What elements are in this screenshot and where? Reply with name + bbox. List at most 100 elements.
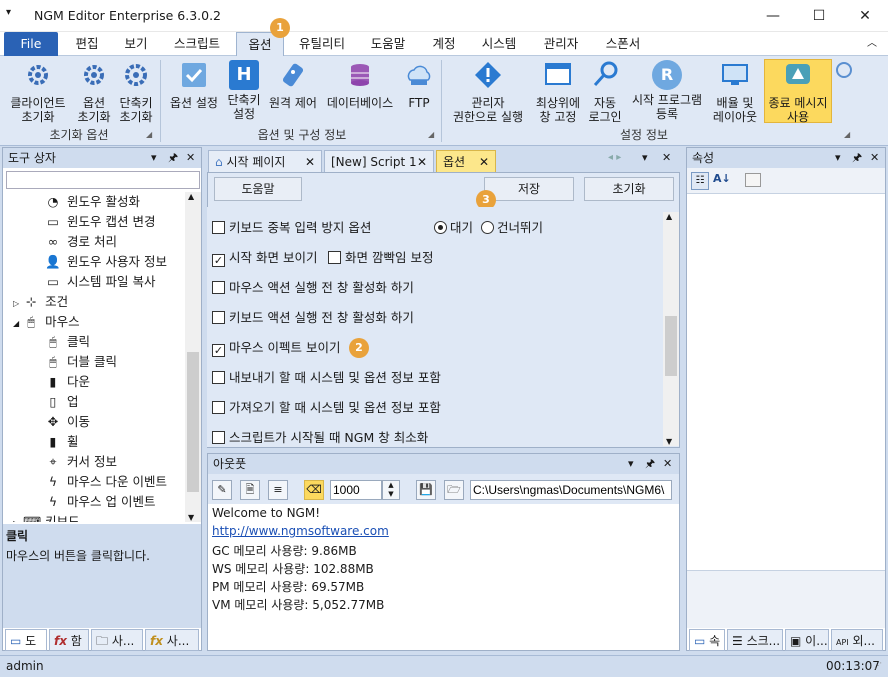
flicker-checkbox[interactable] [328, 251, 341, 264]
toolbox-search-input[interactable] [6, 171, 200, 189]
option-row[interactable]: 내보내기 할 때 시스템 및 옵션 정보 포함 [212, 368, 441, 388]
close-icon[interactable]: ✕ [305, 151, 315, 173]
save-icon[interactable]: 💾 [416, 480, 436, 500]
option-row[interactable]: ✓ 시작 화면 보이기 [212, 248, 317, 268]
radio-skip[interactable]: 건너뛰기 [481, 218, 543, 238]
menu-script[interactable]: 스크립트 [164, 32, 230, 56]
tab-properties[interactable]: ▭ 속 [689, 629, 725, 651]
tree-item[interactable]: ▭ 시스템 파일 복사 [45, 272, 155, 292]
dropdown-icon[interactable]: ▾ [835, 148, 841, 168]
option-row[interactable]: 키보드 액션 실행 전 창 활성화 하기 [212, 308, 414, 328]
option-checkbox[interactable]: ✓ [212, 344, 225, 357]
tab-script-1[interactable]: [New] Script 1 ✕ [324, 150, 434, 172]
startup-register-button[interactable]: R 시작 프로그램 등록 [626, 60, 708, 121]
tree-item[interactable]: ▮ 다운 [45, 372, 90, 392]
option-row[interactable]: 가져오기 할 때 시스템 및 옵션 정보 포함 [212, 398, 441, 418]
group-expand-icon[interactable]: ◢ [844, 130, 850, 139]
close-icon[interactable]: ✕ [870, 148, 879, 168]
close-button[interactable]: ✕ [842, 0, 888, 32]
auto-login-button[interactable]: 자동 로그인 [584, 60, 626, 124]
tab-functions[interactable]: fx 함 [49, 629, 89, 651]
tab-options[interactable]: 옵션 ✕ [436, 150, 496, 172]
close-icon[interactable]: ✕ [186, 148, 195, 168]
remote-control-button[interactable]: 원격 제어 [264, 60, 322, 110]
maximize-button[interactable]: ☐ [796, 0, 842, 32]
option-settings-button[interactable]: 옵션 설정 [164, 60, 224, 110]
client-reset-button[interactable]: 클라이언트 초기화 [4, 60, 72, 124]
tab-external[interactable]: API 외... [831, 629, 883, 651]
log-path-input[interactable] [470, 480, 672, 500]
reset-button[interactable]: 초기화 [584, 177, 674, 201]
option-row[interactable]: 키보드 중복 입력 방지 옵션 [212, 218, 371, 238]
option-checkbox[interactable] [212, 401, 225, 414]
folder-icon[interactable]: 🗁 [444, 480, 464, 500]
expand-arrow-icon[interactable]: ▷ [13, 519, 19, 522]
line-count-input[interactable] [330, 480, 382, 500]
tree-item[interactable]: 🖱 더블 클릭 [45, 352, 117, 372]
list-icon[interactable]: ≡ [268, 480, 288, 500]
close-icon[interactable]: ✕ [663, 454, 672, 474]
group-expand-icon[interactable]: ◢ [146, 130, 152, 139]
eraser-icon[interactable]: ⌫ [304, 480, 324, 500]
tree-item[interactable]: ◢ 🖱 마우스 [13, 312, 80, 332]
resize-grip-icon[interactable]: ⋰ [874, 661, 882, 670]
pin-icon[interactable]: 🖈 [852, 148, 862, 168]
menu-view[interactable]: 보기 [114, 32, 158, 56]
tree-item[interactable]: ◔ 윈도우 활성화 [45, 192, 140, 212]
save-button[interactable]: 저장 [484, 177, 574, 201]
option-row[interactable]: ✓ 마우스 이펙트 보이기 [212, 338, 340, 358]
pin-icon[interactable]: 🖈 [168, 148, 178, 168]
tab-user-1[interactable]: 🗀 사... [91, 629, 143, 651]
ftp-button[interactable]: FTP [400, 60, 438, 110]
collapse-arrow-icon[interactable]: ◢ [13, 319, 19, 328]
tree-item[interactable]: ϟ 마우스 다운 이벤트 [45, 472, 167, 492]
categorized-icon[interactable]: ☷ [691, 172, 709, 190]
sort-alpha-icon[interactable]: A↓ [713, 172, 731, 185]
exit-message-button[interactable]: 종료 메시지 사용 [764, 59, 832, 124]
dropdown-icon[interactable]: ▾ [642, 151, 648, 164]
broom-icon[interactable]: ✎ [212, 480, 232, 500]
close-icon[interactable]: ✕ [662, 151, 671, 164]
tree-item[interactable]: ▯ 업 [45, 392, 79, 412]
minimize-button[interactable]: — [750, 0, 796, 32]
scroll-thumb[interactable] [665, 316, 677, 376]
pin-icon[interactable]: 🖈 [645, 454, 655, 474]
option-checkbox[interactable] [212, 311, 225, 324]
run-as-admin-button[interactable]: 관리자 권한으로 실행 [444, 60, 532, 124]
website-link[interactable]: http://www.ngmsoftware.com [212, 524, 389, 538]
help-button[interactable]: 도움말 [214, 177, 302, 201]
scale-layout-button[interactable]: 배율 및 레이아웃 [708, 60, 762, 124]
menu-admin[interactable]: 관리자 [534, 32, 588, 56]
option-checkbox[interactable] [212, 281, 225, 294]
option-checkbox[interactable]: ✓ [212, 254, 225, 267]
menu-help[interactable]: 도움말 [362, 32, 414, 56]
tab-images[interactable]: ▣ 이... [785, 629, 829, 651]
refresh-icon[interactable] [836, 62, 852, 78]
toolbox-scrollbar[interactable]: ▲ ▼ [185, 192, 201, 522]
tree-item[interactable]: ▭ 윈도우 캡션 변경 [45, 212, 155, 232]
database-button[interactable]: 데이터베이스 [322, 60, 398, 110]
options-reset-button[interactable]: 옵션 초기화 [72, 60, 116, 124]
tree-item[interactable]: ϟ 마우스 업 이벤트 [45, 492, 156, 512]
tree-item[interactable]: ∞ 경로 처리 [45, 232, 117, 252]
radio-wait[interactable]: 대기 [434, 218, 473, 238]
group-expand-icon[interactable]: ◢ [428, 130, 434, 139]
tab-user-2[interactable]: fx 사... [145, 629, 199, 651]
menu-account[interactable]: 계정 [424, 32, 464, 56]
hotkey-reset-button[interactable]: 단축키 초기화 [116, 60, 156, 124]
option-checkbox[interactable] [212, 371, 225, 384]
menu-system[interactable]: 시스템 [472, 32, 526, 56]
option-row[interactable]: 스크립트가 시작될 때 NGM 창 최소화 [212, 428, 428, 448]
ribbon-collapse-icon[interactable]: ︿ [862, 32, 882, 56]
option-checkbox[interactable] [212, 431, 225, 444]
options-scrollbar[interactable]: ▲ ▼ [663, 212, 679, 446]
tab-start-page[interactable]: ⌂ 시작 페이지 ✕ [208, 150, 322, 172]
tree-item[interactable]: ▷⌨키보드 [13, 512, 80, 522]
tree-item[interactable]: 🖱 클릭 [45, 332, 90, 352]
dropdown-icon[interactable]: ▾ [628, 454, 634, 474]
dropdown-icon[interactable]: ▾ [151, 148, 157, 168]
doc-settings-icon[interactable]: 🗎 [240, 480, 260, 500]
menu-utility[interactable]: 유틸리티 [290, 32, 354, 56]
close-icon[interactable]: ✕ [417, 151, 427, 173]
menu-edit[interactable]: 편집 [64, 32, 110, 56]
